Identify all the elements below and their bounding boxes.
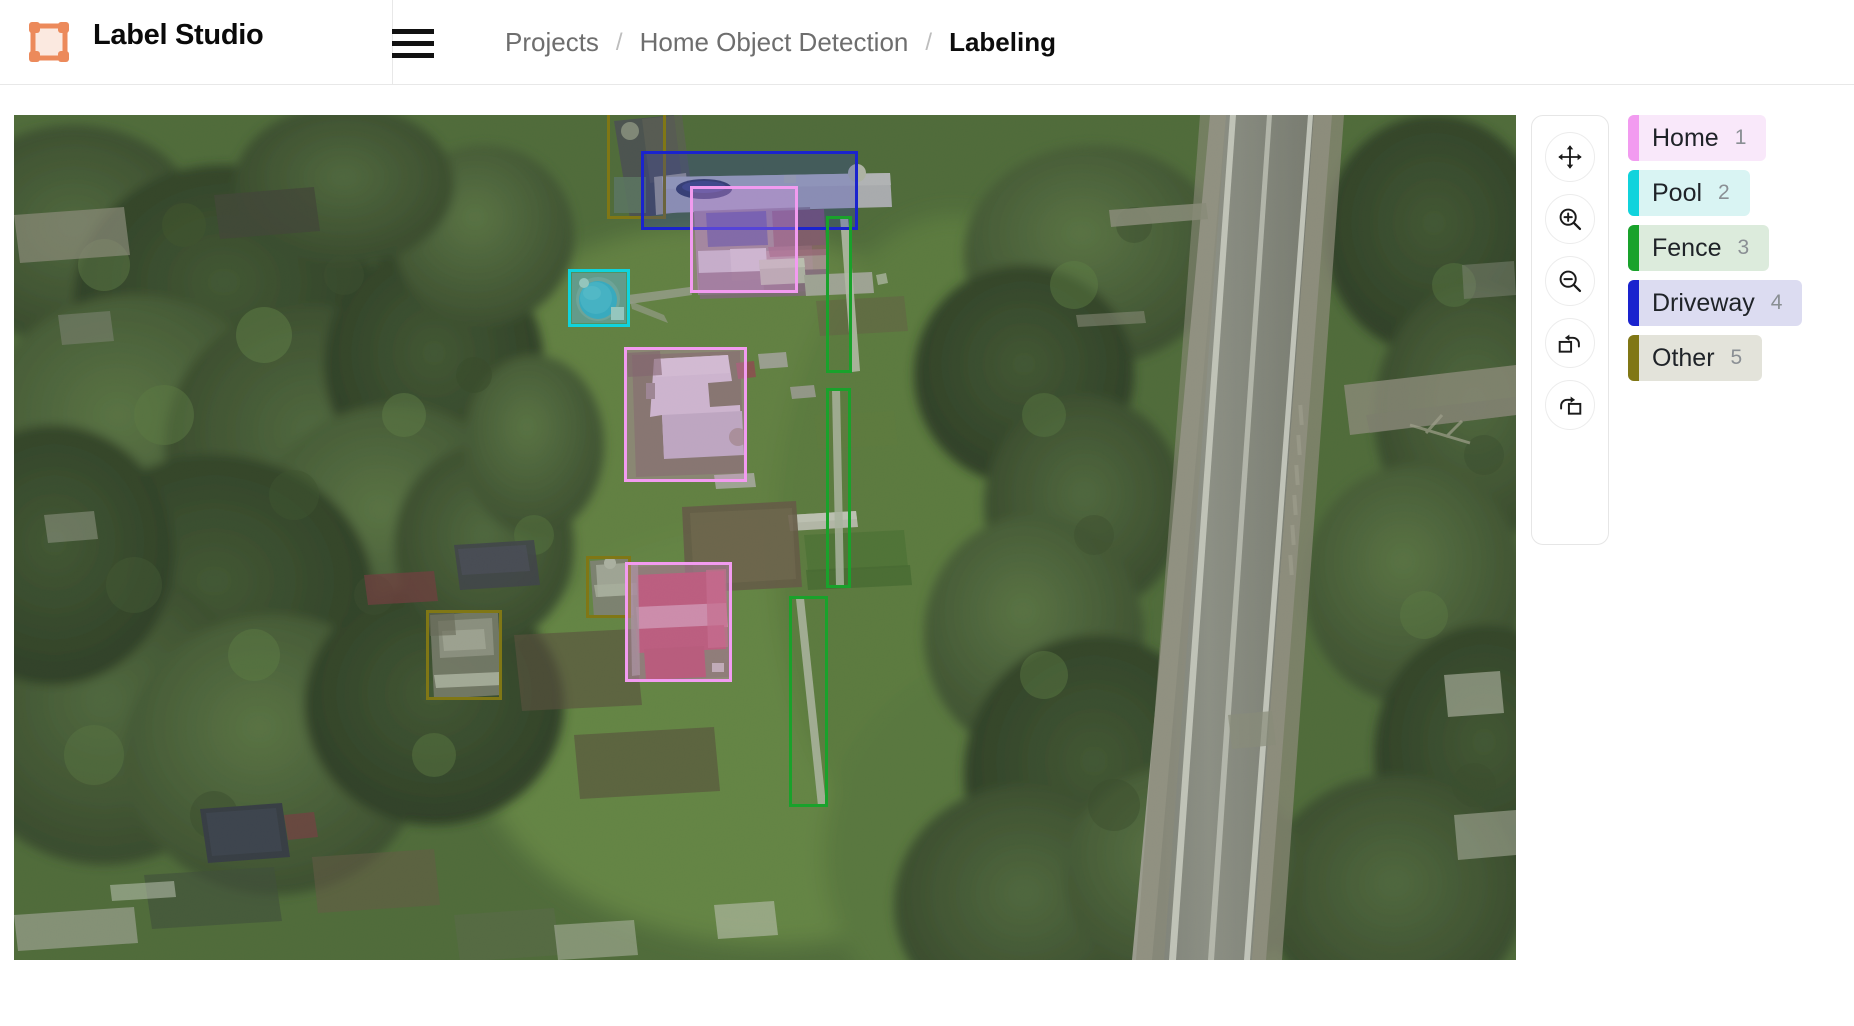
rotate-left-icon <box>1557 330 1583 356</box>
label-chip-driveway[interactable]: Driveway 4 <box>1628 280 1802 326</box>
breadcrumb-item-labeling: Labeling <box>949 27 1056 58</box>
region-pool-1[interactable] <box>568 269 630 327</box>
pan-tool-button[interactable] <box>1545 132 1595 182</box>
rotate-right-button[interactable] <box>1545 380 1595 430</box>
label-chip-text: Fence <box>1652 234 1721 263</box>
image-canvas[interactable] <box>14 115 1516 960</box>
label-color-bar <box>1628 115 1639 161</box>
menu-bar-3 <box>392 53 434 58</box>
brand-zone: Label Studio <box>0 0 393 85</box>
hamburger-menu-icon[interactable] <box>392 20 438 66</box>
label-color-bar <box>1628 280 1639 326</box>
region-fence-3[interactable] <box>789 596 828 807</box>
region-other-3[interactable] <box>426 610 502 700</box>
label-chip-hotkey: 3 <box>1737 236 1749 260</box>
rotate-left-button[interactable] <box>1545 318 1595 368</box>
rotate-right-icon <box>1557 392 1583 418</box>
brand-name: Label Studio <box>93 19 263 52</box>
labels-panel: Home 1 Pool 2 Fence 3 Driveway 4 Other 5 <box>1628 115 1838 381</box>
label-chip-hotkey: 1 <box>1735 126 1747 150</box>
breadcrumb-separator-1: / <box>599 29 640 57</box>
move-arrows-icon <box>1557 144 1583 170</box>
image-tools-panel <box>1531 115 1609 545</box>
label-chip-hotkey: 4 <box>1771 291 1783 315</box>
label-chip-hotkey: 2 <box>1718 181 1730 205</box>
label-studio-logo-icon <box>28 21 70 63</box>
region-fence-1[interactable] <box>826 216 852 373</box>
label-color-bar <box>1628 335 1639 381</box>
zoom-out-button[interactable] <box>1545 256 1595 306</box>
label-color-bar <box>1628 170 1639 216</box>
region-fence-2[interactable] <box>826 388 851 588</box>
menu-bar-1 <box>392 29 434 34</box>
region-home-3[interactable] <box>625 562 732 682</box>
label-chip-fence[interactable]: Fence 3 <box>1628 225 1769 271</box>
label-chip-other[interactable]: Other 5 <box>1628 335 1762 381</box>
label-chip-text: Home <box>1652 124 1719 153</box>
magnifier-plus-icon <box>1557 206 1583 232</box>
label-color-bar <box>1628 225 1639 271</box>
label-chip-text: Driveway <box>1652 289 1755 318</box>
region-home-1[interactable] <box>690 186 798 293</box>
label-chip-home[interactable]: Home 1 <box>1628 115 1766 161</box>
app-header: Label Studio Projects / Home Object Dete… <box>0 0 1854 85</box>
menu-bar-2 <box>392 41 434 46</box>
label-chip-hotkey: 5 <box>1731 346 1743 370</box>
labeling-workspace: Home 1 Pool 2 Fence 3 Driveway 4 Other 5 <box>0 86 1854 1026</box>
breadcrumb-item-project[interactable]: Home Object Detection <box>640 27 909 58</box>
label-chip-text: Other <box>1652 344 1715 373</box>
breadcrumb-separator-2: / <box>908 29 949 57</box>
breadcrumb-item-projects[interactable]: Projects <box>505 27 599 58</box>
breadcrumb: Projects / Home Object Detection / Label… <box>505 0 1056 85</box>
magnifier-minus-icon <box>1557 268 1583 294</box>
zoom-in-button[interactable] <box>1545 194 1595 244</box>
region-home-2[interactable] <box>624 347 747 482</box>
label-chip-pool[interactable]: Pool 2 <box>1628 170 1750 216</box>
label-chip-text: Pool <box>1652 179 1702 208</box>
